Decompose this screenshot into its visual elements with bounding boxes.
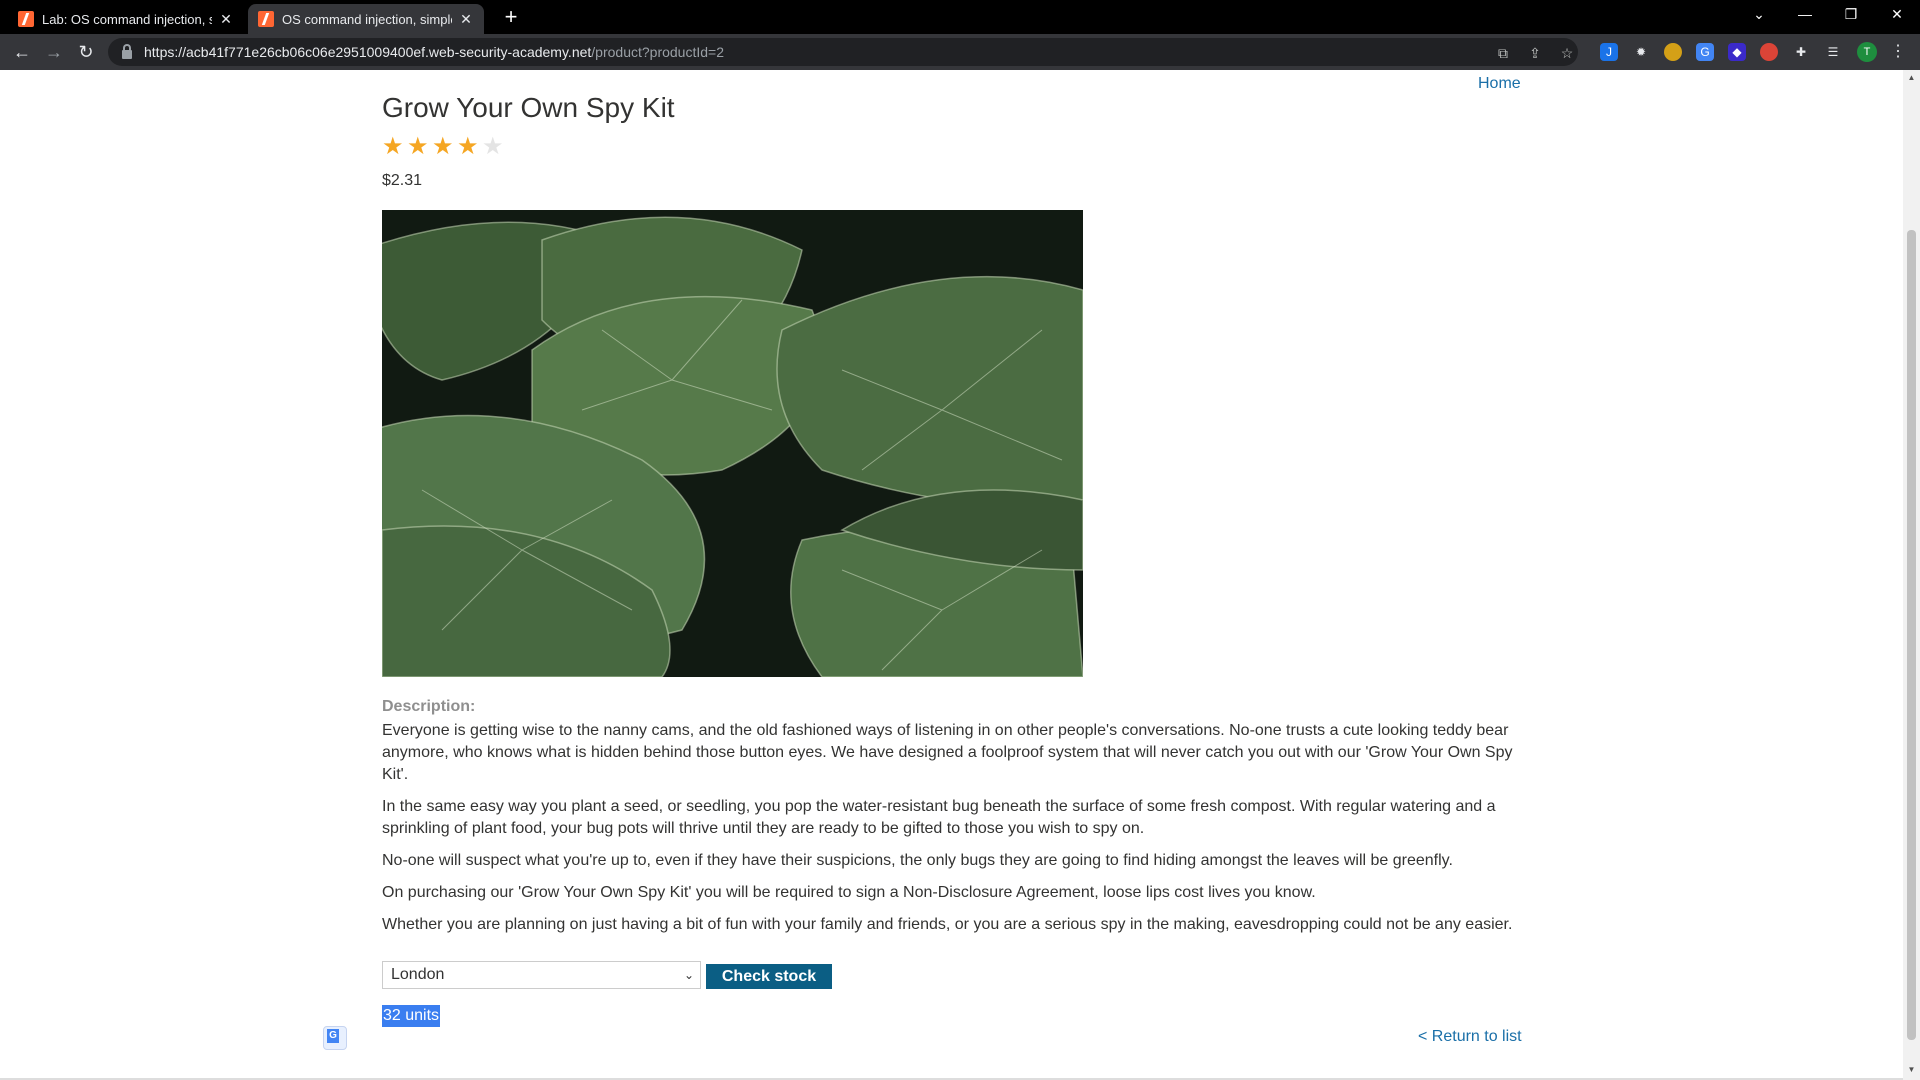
star-filled-icon: ★ [382, 133, 404, 160]
translate-icon[interactable]: ⧉ [1494, 44, 1512, 62]
extensions-puzzle-icon[interactable]: ✚ [1792, 43, 1810, 61]
description-paragraph: On purchasing our 'Grow Your Own Spy Kit… [382, 884, 1316, 901]
home-link[interactable]: Home [1478, 75, 1521, 93]
scroll-down-icon[interactable]: ▼ [1907, 1066, 1916, 1074]
description-paragraph: Whether you are planning on just having … [382, 916, 1513, 933]
description-paragraph: No-one will suspect what you're up to, e… [382, 852, 1453, 869]
product-title: Grow Your Own Spy Kit [382, 92, 675, 123]
extension-color-icon[interactable] [1760, 43, 1778, 61]
star-filled-icon: ★ [407, 133, 429, 160]
restore-button[interactable]: ❐ [1828, 0, 1874, 30]
star-filled-icon: ★ [432, 133, 454, 160]
scroll-up-icon[interactable]: ▲ [1907, 74, 1916, 82]
close-icon[interactable]: ✕ [218, 11, 234, 28]
address-bar[interactable]: https://acb41f771e26cb06c06e2951009400ef… [108, 38, 1578, 66]
extension-cookie-icon[interactable] [1664, 43, 1682, 61]
share-icon[interactable]: ⇪ [1526, 44, 1544, 62]
chevron-down-icon: ⌄ [683, 968, 694, 982]
star-empty-icon: ★ [482, 133, 504, 160]
extension-gear-icon[interactable]: ✹ [1632, 43, 1650, 61]
tab-strip: Lab: OS command injection, simp ✕ OS com… [0, 0, 1920, 34]
url-host: https://acb41f771e26cb06c06e2951009400ef… [144, 44, 592, 60]
product-image [382, 210, 1083, 677]
description-paragraph: Everyone is getting wise to the nanny ca… [382, 722, 1513, 783]
forward-button[interactable]: → [42, 40, 66, 64]
stock-result: 32 units [382, 1005, 441, 1027]
extension-translate-icon[interactable]: G [1696, 43, 1714, 61]
close-icon[interactable]: ✕ [458, 11, 474, 28]
scroll-thumb[interactable] [1907, 230, 1916, 1040]
bookmark-star-icon[interactable]: ☆ [1558, 44, 1576, 62]
new-tab-button[interactable]: + [498, 4, 524, 30]
description-label: Description: [382, 698, 476, 715]
browser-toolbar: ← → ↻ https://acb41f771e26cb06c06e295100… [0, 34, 1920, 70]
url-path: /product?productId=2 [591, 44, 724, 60]
description-paragraph: In the same easy way you plant a seed, o… [382, 798, 1496, 837]
reload-button[interactable]: ↻ [74, 40, 98, 64]
rating-stars: ★ ★ ★ ★ ★ [382, 133, 504, 160]
window-close-button[interactable]: ✕ [1874, 0, 1920, 30]
reading-list-icon[interactable]: ☰ [1824, 43, 1842, 61]
tab-title: Lab: OS command injection, simp [42, 11, 212, 27]
burp-favicon-icon [258, 11, 274, 27]
extension-diamond-icon[interactable]: ◆ [1728, 43, 1746, 61]
lock-icon [122, 43, 132, 59]
burp-favicon-icon [18, 11, 34, 27]
tab-active[interactable]: OS command injection, simple ca ✕ [248, 4, 484, 34]
leaves-illustration [382, 210, 1083, 677]
profile-avatar[interactable]: T [1857, 42, 1877, 62]
store-select[interactable]: London ⌄ [382, 961, 701, 989]
return-to-list-link[interactable]: < Return to list [1418, 1028, 1522, 1046]
extension-j-icon[interactable]: J [1600, 43, 1618, 61]
check-stock-button[interactable]: Check stock [706, 964, 832, 989]
back-button[interactable]: ← [10, 40, 34, 64]
tab-title: OS command injection, simple ca [282, 11, 452, 27]
tab-lab[interactable]: Lab: OS command injection, simp ✕ [8, 4, 244, 34]
minimize-button[interactable]: — [1782, 0, 1828, 30]
google-translate-icon[interactable] [323, 1026, 347, 1050]
star-filled-icon: ★ [457, 133, 479, 160]
browser-menu-icon[interactable]: ⋮ [1890, 42, 1906, 62]
product-description: Everyone is getting wise to the nanny ca… [382, 720, 1522, 946]
page-scrollbar[interactable]: ▲ ▼ [1903, 70, 1920, 1080]
tab-search-icon[interactable]: ⌄ [1736, 0, 1782, 30]
product-price: $2.31 [382, 172, 423, 189]
store-select-value: London [391, 966, 445, 983]
